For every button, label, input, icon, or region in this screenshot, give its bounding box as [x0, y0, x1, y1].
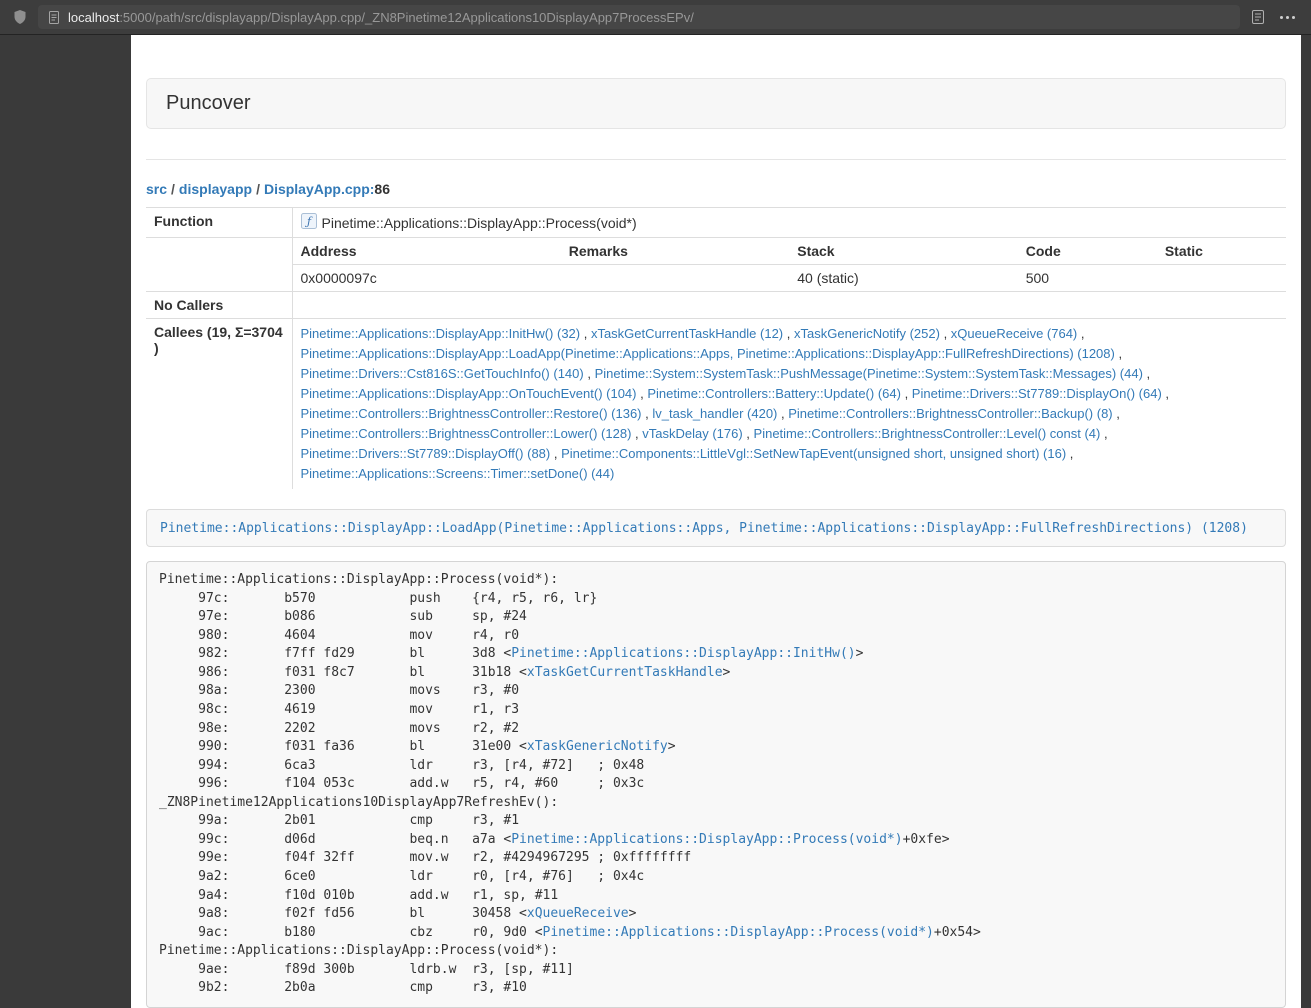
callee-link[interactable]: Pinetime::Controllers::BrightnessControl…	[301, 406, 642, 421]
browser-chrome: localhost:5000/path/src/displayapp/Displ…	[0, 0, 1311, 35]
page-title: Puncover	[166, 92, 251, 114]
column-header-stack: Stack	[789, 238, 1018, 265]
table-row: No Callers	[146, 292, 1286, 319]
content-page: Puncover src/displayapp/DisplayApp.cpp:8…	[131, 35, 1301, 1008]
column-header-static: Static	[1157, 238, 1286, 265]
code-symbol-link[interactable]: xQueueReceive	[527, 906, 629, 921]
reader-mode-icon[interactable]	[1250, 9, 1266, 25]
callee-link[interactable]: xQueueReceive (764)	[951, 326, 1077, 341]
menu-icon[interactable]	[1276, 10, 1299, 25]
url-text: localhost:5000/path/src/displayapp/Displ…	[68, 10, 694, 25]
remarks-value	[561, 265, 790, 292]
function-stats-table: Address Remarks Stack Code Static 0x0000…	[293, 238, 1287, 291]
no-callers-label: No Callers	[146, 292, 292, 319]
code-symbol-link[interactable]: Pinetime::Applications::DisplayApp::Proc…	[511, 832, 902, 847]
callees-label: Callees (19, Σ=3704 )	[146, 319, 292, 490]
callees-cell: Pinetime::Applications::DisplayApp::Init…	[292, 319, 1286, 490]
callee-link[interactable]: Pinetime::Applications::DisplayApp::Load…	[301, 346, 1115, 361]
breadcrumb-link-displayapp[interactable]: displayapp	[179, 181, 252, 197]
static-value	[1157, 265, 1286, 292]
callee-link[interactable]: Pinetime::Drivers::St7789::DisplayOff() …	[301, 446, 551, 461]
callee-link[interactable]: lv_task_handler (420)	[652, 406, 777, 421]
callee-link[interactable]: Pinetime::Controllers::BrightnessControl…	[754, 426, 1101, 441]
function-row-label: Function	[146, 208, 292, 238]
shield-icon[interactable]	[12, 9, 28, 25]
column-header-address: Address	[293, 238, 561, 265]
function-table: Function ƒ Pinetime::Applications::Displ…	[146, 207, 1286, 489]
code-symbol-link[interactable]: xTaskGenericNotify	[527, 739, 668, 754]
callee-link[interactable]: Pinetime::Applications::DisplayApp::Init…	[301, 326, 581, 341]
callee-link[interactable]: xTaskGetCurrentTaskHandle (12)	[591, 326, 783, 341]
callers-cell	[292, 292, 1286, 319]
page-icon	[47, 10, 61, 25]
spacer-cell	[146, 238, 292, 292]
breadcrumb-link-src[interactable]: src	[146, 181, 167, 197]
breadcrumb-line-number: 86	[374, 181, 390, 197]
column-header-remarks: Remarks	[561, 238, 790, 265]
disassembly: Pinetime::Applications::DisplayApp::Proc…	[146, 561, 1286, 1008]
callee-link[interactable]: Pinetime::Components::LittleVgl::SetNewT…	[561, 446, 1066, 461]
url-path: :5000/path/src/displayapp/DisplayApp.cpp…	[119, 10, 694, 25]
callee-link[interactable]: Pinetime::Controllers::BrightnessControl…	[788, 406, 1112, 421]
code-symbol-link[interactable]: Pinetime::Applications::DisplayApp::Proc…	[543, 925, 934, 940]
address-value: 0x0000097c	[293, 265, 561, 292]
divider	[146, 159, 1286, 160]
callee-link[interactable]: Pinetime::Applications::DisplayApp::OnTo…	[301, 386, 637, 401]
table-row: Callees (19, Σ=3704 ) Pinetime::Applicat…	[146, 319, 1286, 490]
table-row: Address Remarks Stack Code Static 0x0000…	[146, 238, 1286, 292]
breadcrumb: src/displayapp/DisplayApp.cpp:86	[146, 181, 1286, 197]
stats-header-row: Address Remarks Stack Code Static	[293, 238, 1287, 265]
callee-link[interactable]: vTaskDelay (176)	[642, 426, 742, 441]
callee-link[interactable]: xTaskGenericNotify (252)	[794, 326, 940, 341]
callee-link[interactable]: Pinetime::Drivers::Cst816S::GetTouchInfo…	[301, 366, 584, 381]
symbol-highlight-box: Pinetime::Applications::DisplayApp::Load…	[146, 509, 1286, 547]
code-symbol-link[interactable]: Pinetime::Applications::DisplayApp::Init…	[511, 646, 855, 661]
callee-link[interactable]: Pinetime::Controllers::Battery::Update()…	[647, 386, 901, 401]
app-header: Puncover	[146, 78, 1286, 129]
breadcrumb-separator: /	[171, 181, 175, 197]
url-bar[interactable]: localhost:5000/path/src/displayapp/Displ…	[38, 5, 1240, 29]
callee-link[interactable]: Pinetime::Drivers::St7789::DisplayOn() (…	[912, 386, 1162, 401]
column-header-code: Code	[1018, 238, 1157, 265]
function-icon: ƒ	[301, 213, 317, 232]
callee-link[interactable]: Pinetime::System::SystemTask::PushMessag…	[595, 366, 1143, 381]
function-name: Pinetime::Applications::DisplayApp::Proc…	[322, 215, 637, 231]
symbol-link[interactable]: Pinetime::Applications::DisplayApp::Load…	[160, 521, 1248, 536]
code-symbol-link[interactable]: xTaskGetCurrentTaskHandle	[527, 665, 723, 680]
code-size-value: 500	[1018, 265, 1157, 292]
url-host: localhost	[68, 10, 119, 25]
stack-value: 40 (static)	[789, 265, 1018, 292]
breadcrumb-link-file[interactable]: DisplayApp.cpp:	[264, 181, 374, 197]
breadcrumb-separator: /	[256, 181, 260, 197]
callee-link[interactable]: Pinetime::Controllers::BrightnessControl…	[301, 426, 632, 441]
stats-value-row: 0x0000097c 40 (static) 500	[293, 265, 1287, 292]
table-row: Function ƒ Pinetime::Applications::Displ…	[146, 208, 1286, 238]
callee-link[interactable]: Pinetime::Applications::Screens::Timer::…	[301, 466, 615, 481]
